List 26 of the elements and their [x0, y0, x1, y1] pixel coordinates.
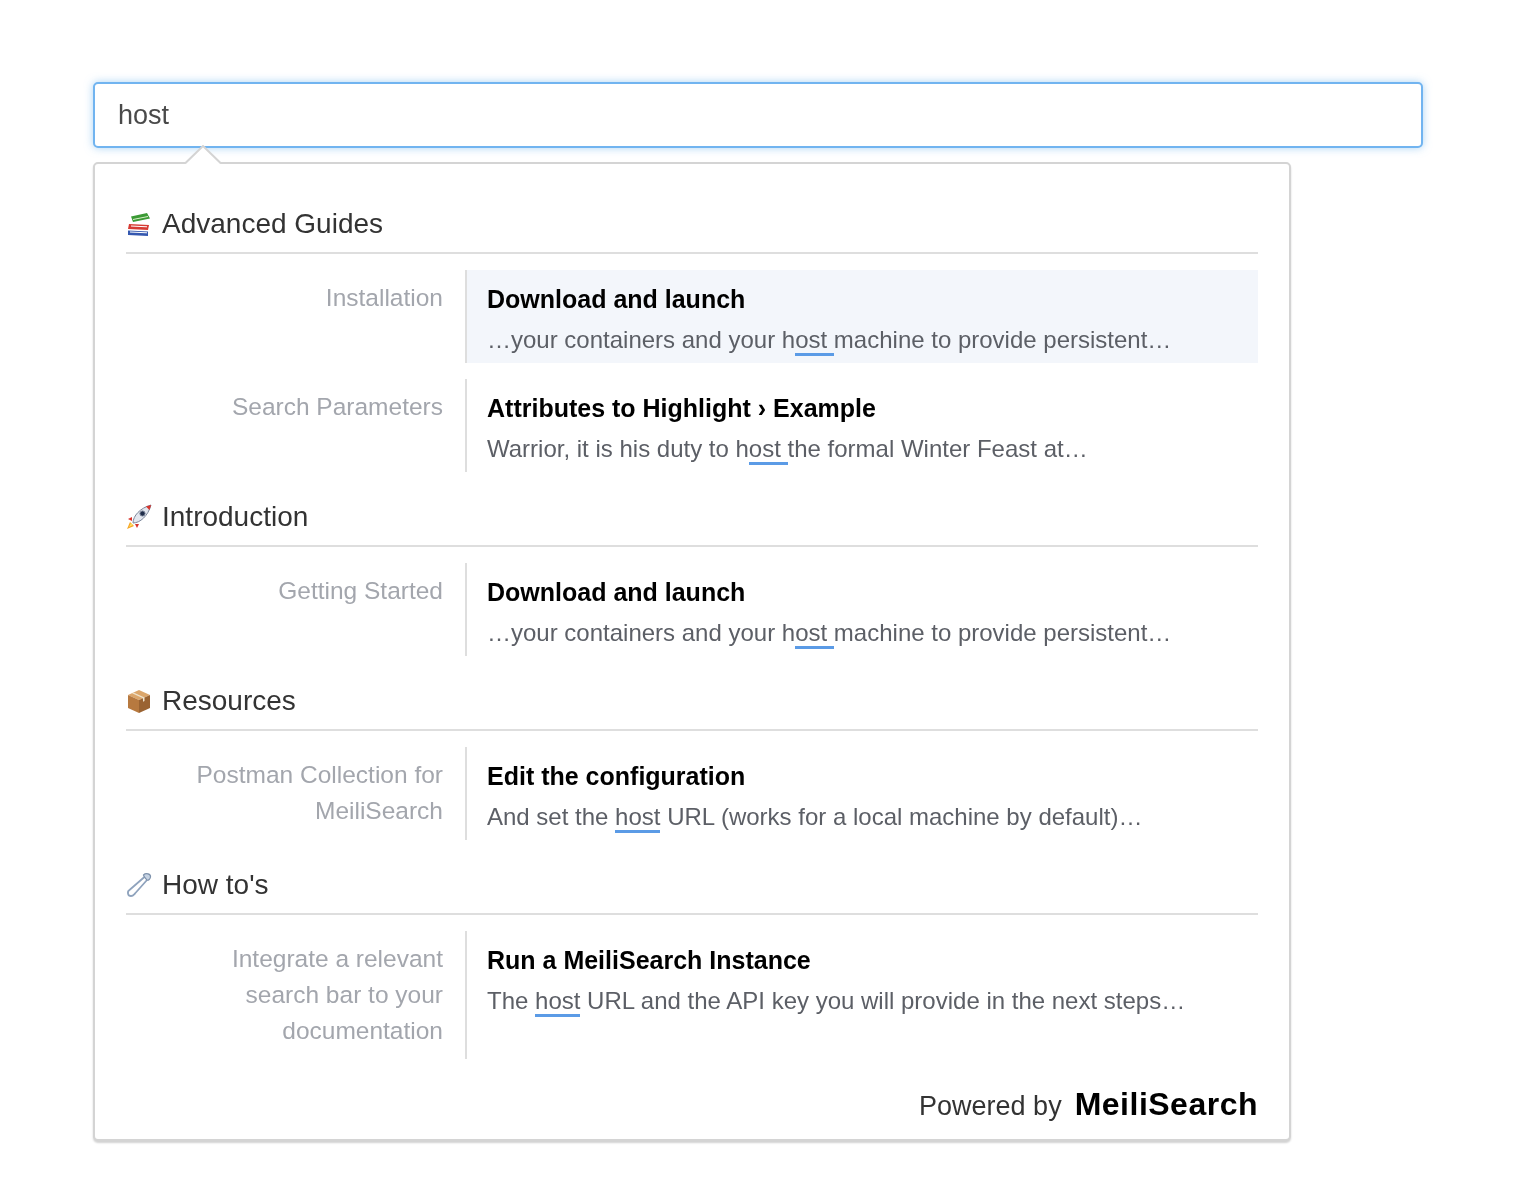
- hit-category: Getting Started: [278, 576, 443, 606]
- section-heading: Advanced Guides: [162, 208, 384, 240]
- result-title: Run a MeiliSearch Instance: [487, 945, 812, 976]
- hit-category: Postman Collection for MeiliSearch: [195, 760, 443, 826]
- rocket-icon: [126, 504, 152, 530]
- powered-by-label: Powered by: [919, 1090, 1062, 1123]
- hit-category: Search Parameters: [231, 392, 443, 422]
- books-icon: [126, 211, 152, 237]
- result-snippet: Warrior, it is his duty to host the formal Winter Feast at…: [487, 431, 1258, 467]
- package-icon: [126, 688, 152, 714]
- result-title: Download and launch: [487, 577, 747, 608]
- result-snippet: The host URL and the API key you will provide in the next steps…: [487, 983, 1258, 1019]
- result-title: Attributes to Highlight › Example: [487, 393, 877, 424]
- section-heading: How to's: [162, 869, 269, 901]
- section-heading: Resources: [162, 685, 296, 717]
- result-title: Download and launch: [487, 284, 747, 315]
- hit-category: Installation: [325, 283, 443, 313]
- search-result[interactable]: Download and launch …your containers and your host machine to provide persistent…: [465, 270, 1258, 363]
- brand-wordmark[interactable]: MeiliSearch: [1074, 1086, 1258, 1122]
- safety-pin-icon: [126, 872, 152, 898]
- result-snippet: And set the host URL (works for a local machine by default)…: [487, 799, 1258, 835]
- hit-category: Integrate a relevant search bar to your documentation: [230, 944, 443, 1046]
- section-heading: Introduction: [162, 501, 309, 533]
- result-title: Edit the configuration: [487, 761, 747, 792]
- result-snippet: …your containers and your host machine to provide persistent…: [487, 322, 1258, 358]
- result-snippet: …your containers and your host machine to provide persistent…: [487, 615, 1258, 651]
